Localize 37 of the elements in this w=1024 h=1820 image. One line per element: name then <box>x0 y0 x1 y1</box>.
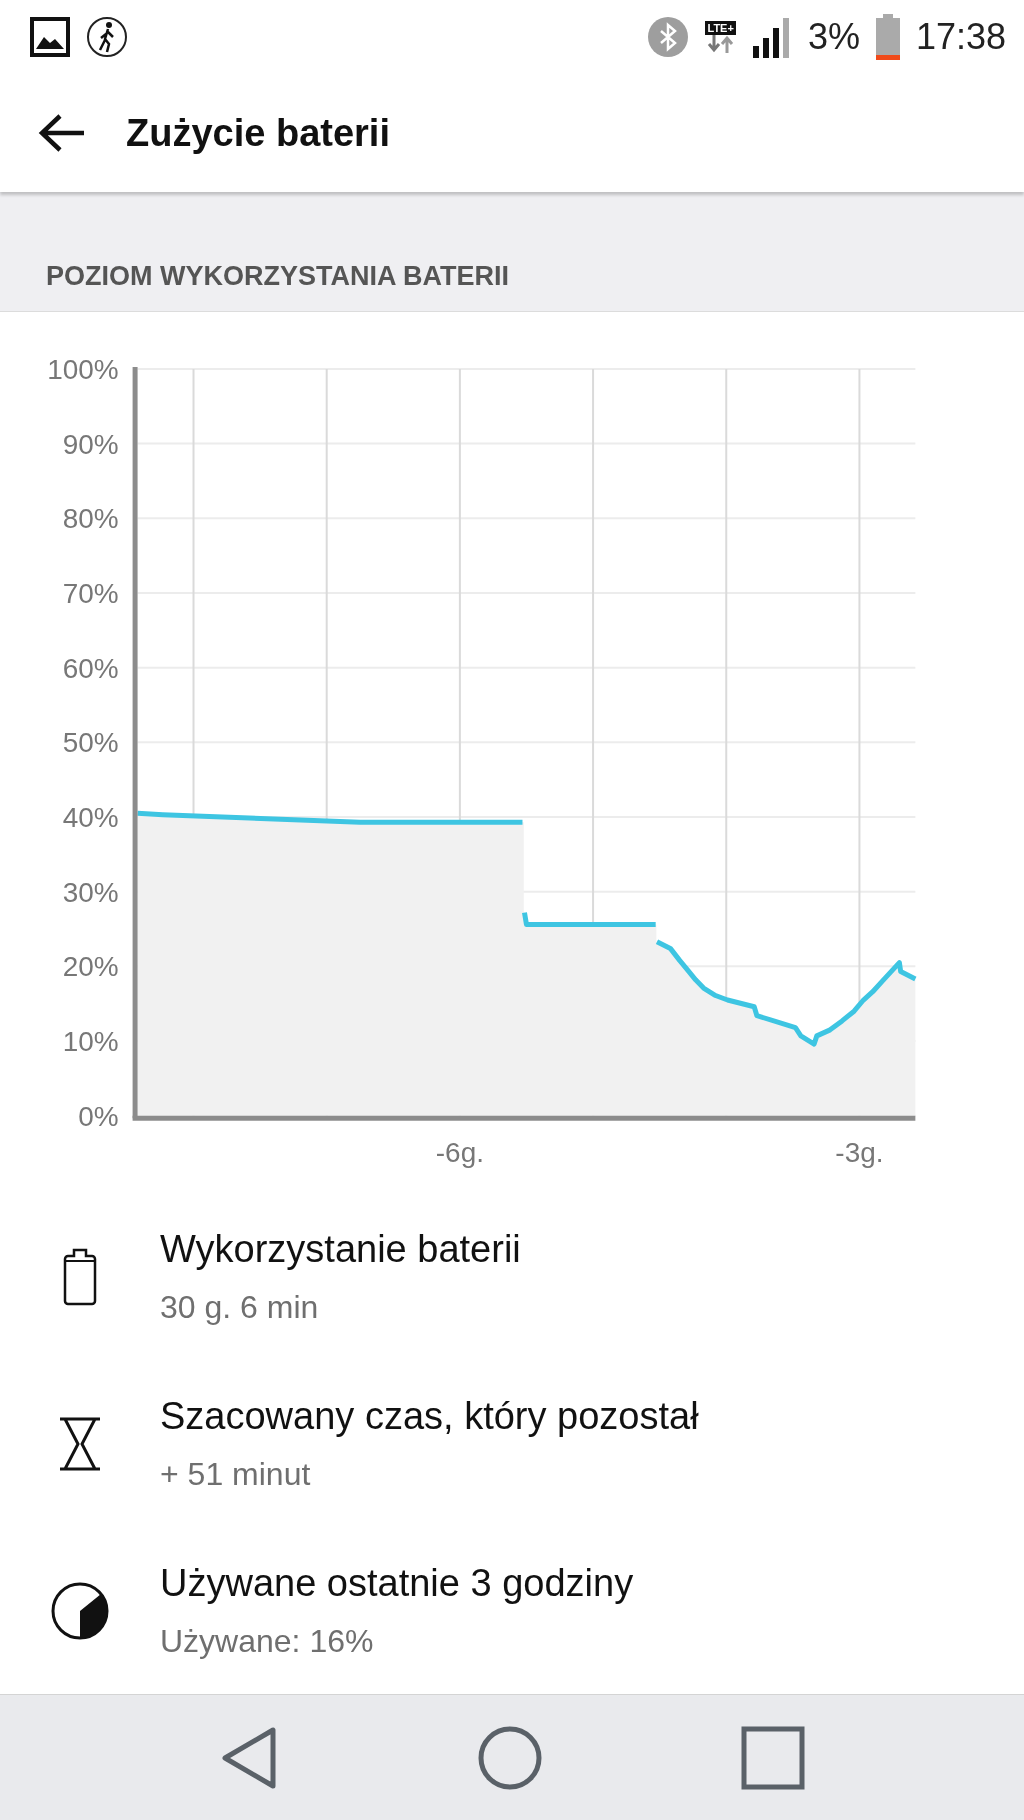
x-axis-label: -6g. <box>435 1136 484 1168</box>
row-title: Wykorzystanie baterii <box>160 1227 521 1271</box>
row-subtitle: 30 g. 6 min <box>160 1288 320 1326</box>
screen-title: Zużycie baterii <box>126 111 390 155</box>
y-axis-label: 80% <box>62 502 119 534</box>
y-axis-label: 20% <box>62 950 119 982</box>
bluetooth-icon <box>647 16 690 59</box>
signal-icon <box>751 16 792 59</box>
recents-button[interactable] <box>740 1725 805 1790</box>
back-arrow-icon[interactable] <box>38 113 86 154</box>
clock: 17:38 <box>915 16 1006 59</box>
y-axis-label: 50% <box>62 726 119 758</box>
row-title: Szacowany czas, który pozostał <box>160 1394 699 1438</box>
section-header: POZIOM WYKORZYSTANIA BATERII <box>46 260 509 292</box>
y-axis-label: 70% <box>62 577 119 609</box>
x-axis-label: -3g. <box>835 1136 884 1168</box>
walking-person-icon <box>86 16 128 59</box>
info-row[interactable]: Szacowany czas, który pozostał + 51 minut <box>0 1360 1024 1528</box>
y-axis-label: 90% <box>62 428 119 460</box>
y-axis-label: 40% <box>62 801 119 833</box>
battery-icon <box>875 14 900 61</box>
y-axis-label: 10% <box>62 1025 119 1057</box>
pie-chart-icon <box>50 1580 110 1641</box>
battery-percent: 3% <box>807 16 860 59</box>
y-axis-label: 100% <box>47 353 119 385</box>
hourglass-icon <box>58 1416 102 1471</box>
y-axis-label: 60% <box>62 652 119 684</box>
y-axis-label: 0% <box>78 1100 119 1132</box>
row-title: Używane ostatnie 3 godziny <box>160 1561 634 1605</box>
info-row[interactable]: Używane ostatnie 3 godziny Używane: 16% <box>0 1527 1024 1695</box>
info-row[interactable]: Wykorzystanie baterii 30 g. 6 min <box>0 1193 1024 1361</box>
home-button[interactable] <box>478 1725 542 1790</box>
battery-icon <box>62 1246 98 1307</box>
row-subtitle: + 51 minut <box>160 1455 312 1493</box>
y-axis-label: 30% <box>62 876 119 908</box>
row-subtitle: Używane: 16% <box>160 1622 375 1660</box>
gallery-icon <box>30 17 70 58</box>
